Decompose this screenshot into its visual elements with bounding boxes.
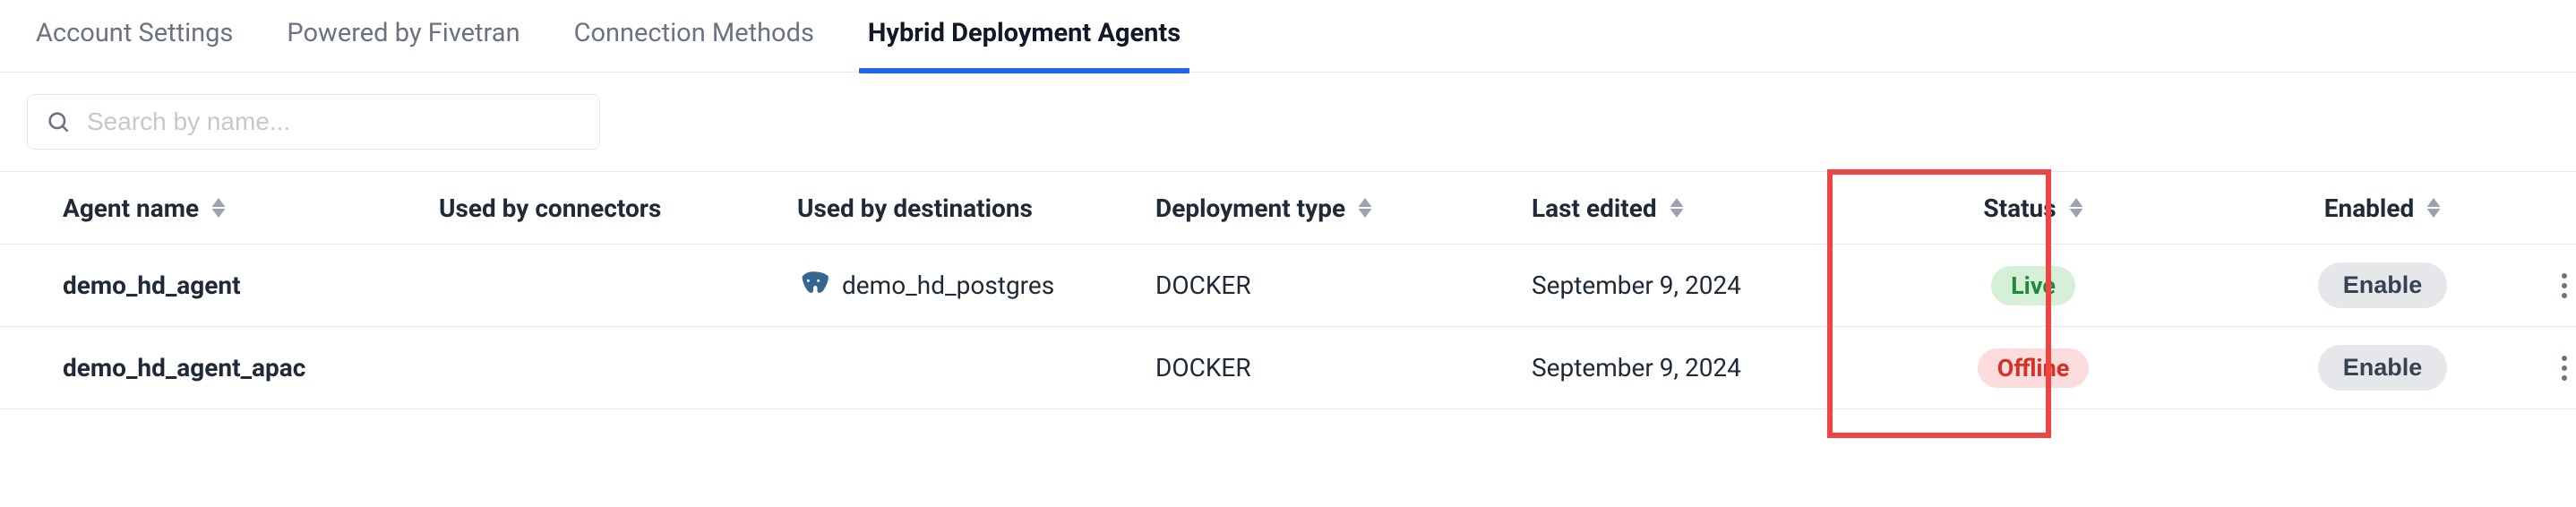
table-header: Agent name Used by connectors Used by de…: [0, 171, 2576, 245]
column-last-edited[interactable]: Last edited: [1532, 193, 1854, 223]
enable-button[interactable]: Enable: [2318, 262, 2448, 308]
table-row: demo_hd_agent demo_hd_postgres DOCKER Se…: [0, 245, 2576, 327]
postgres-icon: [797, 270, 829, 302]
tab-bar: Account Settings Powered by Fivetran Con…: [0, 0, 2576, 73]
cell-status: Offline: [1854, 348, 2212, 388]
column-label: Used by connectors: [439, 193, 661, 223]
column-used-by-destinations: Used by destinations: [797, 193, 1155, 223]
search-icon: [46, 109, 71, 134]
cell-agent-name: demo_hd_agent: [63, 271, 439, 300]
column-label: Status: [1983, 193, 2056, 223]
status-badge: Offline: [1978, 348, 2090, 388]
column-label: Enabled: [2324, 193, 2414, 223]
cell-agent-name: demo_hd_agent_apac: [63, 353, 439, 382]
tab-account-settings[interactable]: Account Settings: [27, 0, 242, 72]
cell-deployment-type: DOCKER: [1155, 271, 1532, 300]
cell-enabled: Enable: [2212, 345, 2553, 391]
tab-connection-methods[interactable]: Connection Methods: [565, 0, 823, 72]
column-deployment-type[interactable]: Deployment type: [1155, 193, 1532, 223]
sort-icon[interactable]: [211, 198, 226, 218]
status-badge: Live: [1991, 266, 2075, 305]
sort-icon[interactable]: [1670, 198, 1684, 218]
column-label: Deployment type: [1155, 193, 1345, 223]
tab-hybrid-deployment-agents[interactable]: Hybrid Deployment Agents: [859, 0, 1189, 72]
enable-button[interactable]: Enable: [2318, 345, 2448, 391]
search-input[interactable]: [87, 107, 581, 136]
sort-icon[interactable]: [2426, 198, 2441, 218]
cell-deployment-type: DOCKER: [1155, 353, 1532, 382]
column-status[interactable]: Status: [1854, 193, 2212, 223]
cell-destinations: demo_hd_postgres: [797, 270, 1155, 302]
cell-status: Live: [1854, 266, 2212, 305]
tab-powered-by-fivetran[interactable]: Powered by Fivetran: [278, 0, 528, 72]
search-box[interactable]: [27, 94, 600, 150]
column-enabled[interactable]: Enabled: [2212, 193, 2553, 223]
cell-last-edited: September 9, 2024: [1532, 271, 1854, 300]
table-row: demo_hd_agent_apac DOCKER September 9, 2…: [0, 327, 2576, 409]
sort-icon[interactable]: [1358, 198, 1372, 218]
column-used-by-connectors: Used by connectors: [439, 193, 797, 223]
column-agent-name[interactable]: Agent name: [63, 193, 439, 223]
cell-last-edited: September 9, 2024: [1532, 353, 1854, 382]
sort-icon[interactable]: [2069, 198, 2083, 218]
column-label: Used by destinations: [797, 193, 1033, 223]
cell-enabled: Enable: [2212, 262, 2553, 308]
column-label: Agent name: [63, 193, 199, 223]
agents-table: Agent name Used by connectors Used by de…: [0, 171, 2576, 409]
row-actions-menu-icon[interactable]: [2553, 264, 2576, 307]
row-actions-menu-icon[interactable]: [2553, 347, 2576, 390]
column-label: Last edited: [1532, 193, 1657, 223]
destination-name: demo_hd_postgres: [842, 271, 1054, 300]
